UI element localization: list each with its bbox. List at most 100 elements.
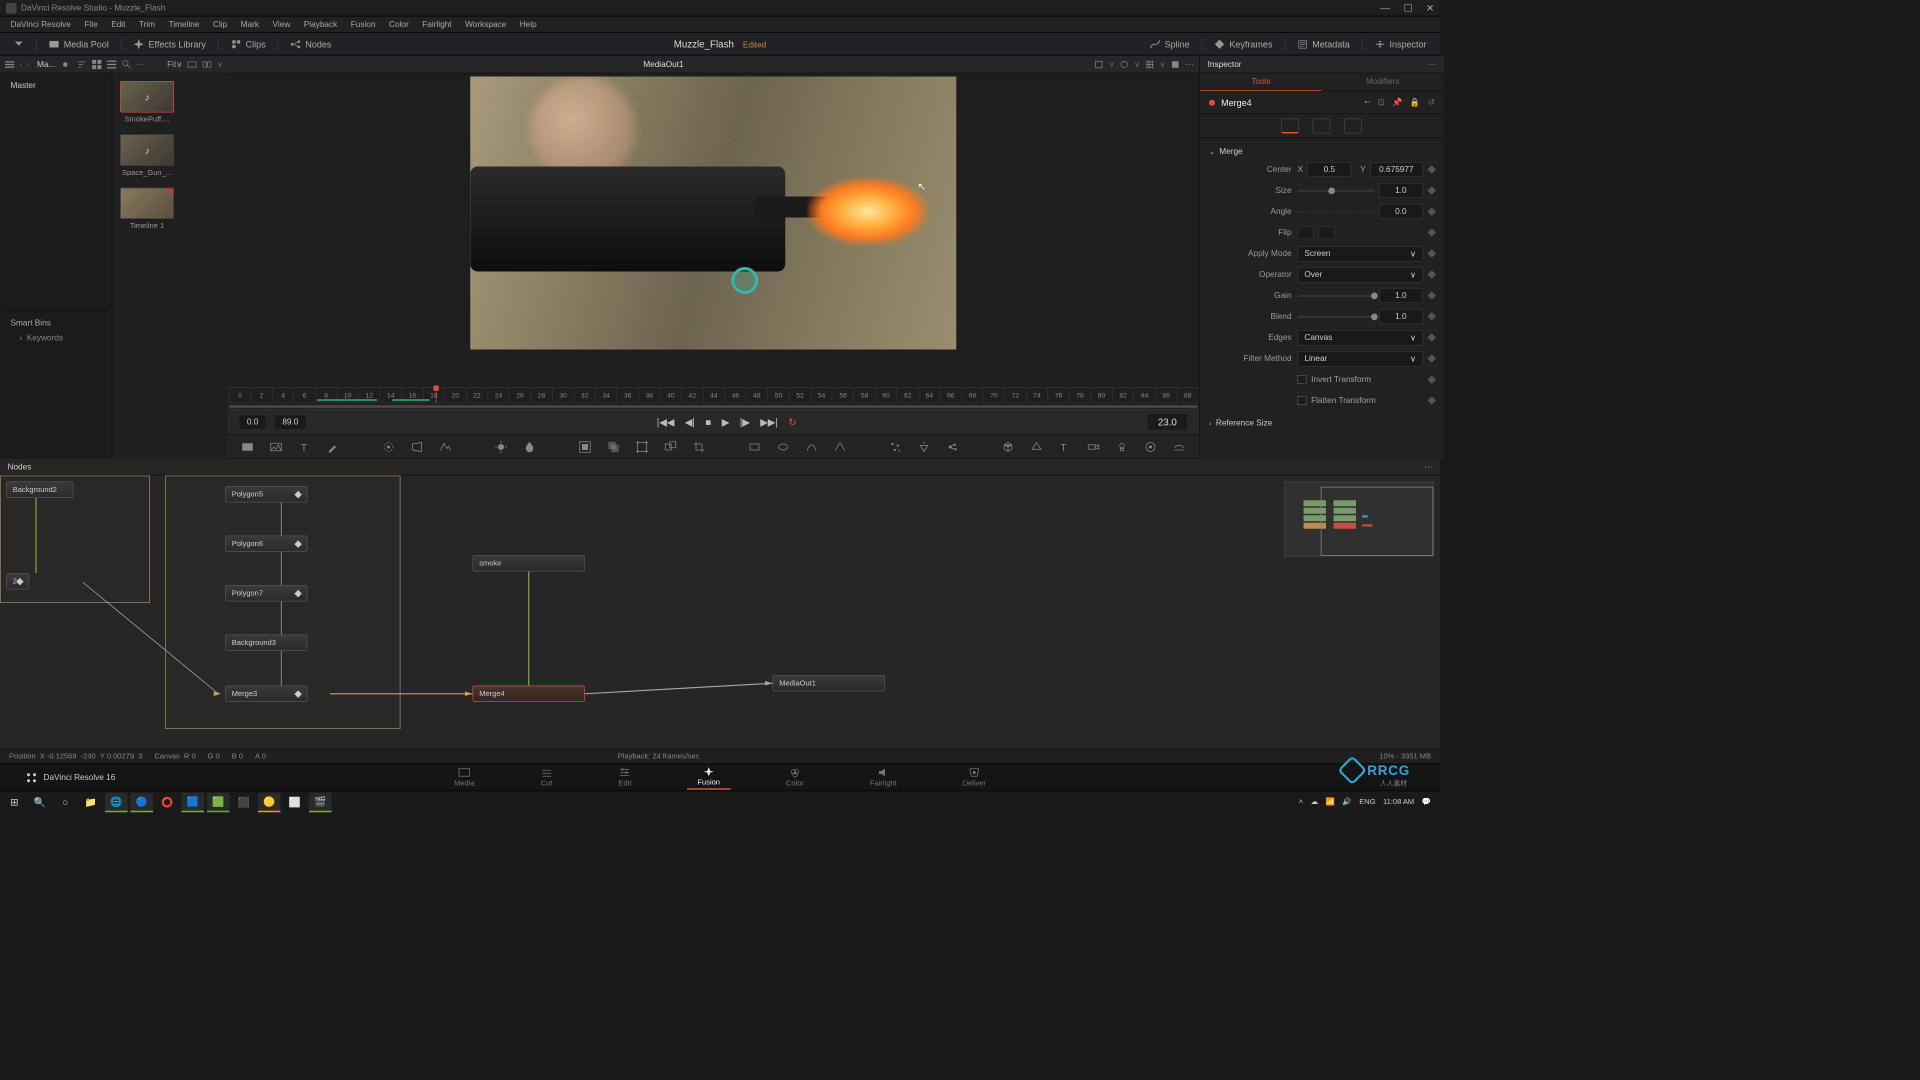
node-polygon5[interactable]: Polygon5 [225, 486, 308, 503]
channels-tab-icon[interactable] [1313, 118, 1331, 133]
menu-timeline[interactable]: Timeline [163, 18, 206, 32]
keyframe-diamond[interactable] [1427, 249, 1435, 257]
tab-fairlight[interactable]: Fairlight [859, 766, 907, 789]
merge-section-header[interactable]: ⌄Merge [1209, 144, 1435, 159]
angle-dial[interactable] [1298, 210, 1375, 212]
refsize-section-header[interactable]: ›Reference Size [1209, 416, 1435, 431]
shape3d-tool-icon[interactable] [1030, 440, 1044, 454]
node-background3[interactable]: Background3 [225, 635, 308, 652]
clip-item[interactable]: ♪ SmokePuff.... [120, 81, 174, 124]
tray-wifi-icon[interactable]: 📶 [1326, 798, 1335, 806]
transform-tool-icon[interactable] [635, 440, 649, 454]
brightness-tool-icon[interactable] [494, 440, 508, 454]
keyframe-diamond[interactable] [1427, 228, 1435, 236]
keyframe-diamond[interactable] [1427, 186, 1435, 194]
menu-resolve[interactable]: DaVinci Resolve [5, 18, 77, 32]
tab-modifiers[interactable]: Modifiers [1322, 74, 1444, 91]
sort-icon[interactable] [76, 59, 87, 70]
spline-button[interactable]: Spline [1142, 36, 1197, 53]
tab-fusion[interactable]: Fusion [687, 765, 731, 790]
rectangle-mask-icon[interactable] [748, 440, 762, 454]
filter-select[interactable]: Linear∨ [1298, 351, 1423, 367]
play-button[interactable]: ▶ [722, 416, 730, 428]
start-button[interactable]: ⊞ [3, 792, 26, 812]
clips-button[interactable]: Clips [223, 36, 273, 53]
tray-volume-icon[interactable]: 🔊 [1342, 798, 1351, 806]
minimize-button[interactable]: — [1380, 2, 1390, 14]
tab-deliver[interactable]: Deliver [952, 766, 996, 789]
inspector-button[interactable]: Inspector [1367, 36, 1434, 53]
invert-checkbox[interactable] [1298, 375, 1307, 384]
fog-tool-icon[interactable] [1172, 440, 1186, 454]
keyframe-diamond[interactable] [1427, 291, 1435, 299]
tracker-circle[interactable] [731, 267, 758, 294]
view1-icon[interactable] [187, 59, 198, 70]
node-smoke[interactable]: smoke [473, 555, 586, 572]
node-minimap[interactable] [1284, 482, 1434, 557]
size-slider[interactable] [1298, 189, 1375, 191]
menu-trim[interactable]: Trim [133, 18, 161, 32]
tray-onedrive-icon[interactable]: ☁ [1311, 798, 1319, 806]
viewer-options[interactable]: ⋯ [1185, 59, 1193, 69]
current-timecode[interactable]: 23.0 [1147, 414, 1187, 430]
app2-button[interactable]: 🔵 [131, 792, 154, 812]
single-view-icon[interactable] [1170, 59, 1181, 70]
bin-list-icon[interactable] [5, 59, 16, 70]
app7-button[interactable]: 🟡 [258, 792, 281, 812]
tab-color[interactable]: Color [775, 766, 814, 789]
minimap-viewport[interactable] [1321, 487, 1434, 556]
clip-thumbnail[interactable]: ♪ [120, 81, 174, 113]
operator-select[interactable]: Over∨ [1298, 267, 1423, 283]
merge-tool-icon[interactable] [607, 440, 621, 454]
node-merge3[interactable]: Merge3 [225, 686, 308, 703]
controls-tab-icon[interactable] [1281, 118, 1299, 133]
expand-button[interactable] [6, 36, 32, 53]
go-end-button[interactable]: ▶▶| [760, 416, 778, 428]
text-tool-icon[interactable]: T [298, 440, 312, 454]
grid-icon[interactable] [1145, 59, 1156, 70]
paint-tool-icon[interactable] [326, 440, 340, 454]
go-start-button[interactable]: |◀◀ [657, 416, 675, 428]
menu-file[interactable]: File [78, 18, 103, 32]
stop-button[interactable]: ■ [705, 416, 711, 428]
settings-tab-icon[interactable] [1344, 118, 1362, 133]
view2-icon[interactable] [202, 59, 213, 70]
effects-library-button[interactable]: Effects Library [126, 36, 213, 53]
prender-tool-icon[interactable] [946, 440, 960, 454]
step-forward-button[interactable]: |▶ [740, 416, 750, 428]
search-button[interactable]: 🔍 [29, 792, 52, 812]
thumb-view-icon[interactable] [91, 59, 102, 70]
center-x-input[interactable] [1308, 162, 1352, 177]
list-view-icon[interactable] [106, 59, 117, 70]
versions-icon[interactable]: ▪▫ [1364, 98, 1370, 108]
keyframes-button[interactable]: Keyframes [1207, 36, 1280, 53]
scrubber[interactable] [229, 405, 1198, 408]
cortana-button[interactable]: ○ [54, 792, 77, 812]
playhead[interactable] [436, 388, 437, 403]
text3d-tool-icon[interactable]: T [1058, 440, 1072, 454]
bspline-mask-icon[interactable] [833, 440, 847, 454]
tab-edit[interactable]: Edit [608, 766, 642, 789]
lock-icon[interactable]: 🔒 [1410, 98, 1420, 108]
tray-time[interactable]: 11:08 AM [1383, 798, 1414, 806]
smart-bin-keywords[interactable]: ›Keywords [11, 331, 102, 346]
tracker-tool-icon[interactable] [382, 440, 396, 454]
flatten-checkbox[interactable] [1298, 396, 1307, 405]
viewer-opt1-icon[interactable] [1093, 59, 1104, 70]
close-button[interactable]: ✕ [1426, 2, 1434, 14]
bin-label[interactable]: Ma... [34, 60, 58, 69]
node-editor-options[interactable]: ⋯ [1424, 462, 1432, 472]
blend-input[interactable] [1379, 309, 1423, 324]
viewer-canvas[interactable]: ↕←→ ↖ [227, 74, 1199, 388]
search-icon[interactable] [121, 59, 132, 70]
metadata-button[interactable]: Metadata [1290, 36, 1358, 53]
keyframe-diamond[interactable] [1427, 333, 1435, 341]
planartracker-tool-icon[interactable] [410, 440, 424, 454]
node-canvas[interactable]: Background2 2 Polygon5 Polygon6 Polygon7… [0, 476, 1440, 749]
tray-notifications-icon[interactable]: 💬 [1422, 798, 1431, 806]
crop-tool-icon[interactable] [692, 440, 706, 454]
particles-tool-icon[interactable] [889, 440, 903, 454]
size-input[interactable] [1379, 183, 1423, 198]
menu-mark[interactable]: Mark [235, 18, 265, 32]
center-y-input[interactable] [1370, 162, 1423, 177]
